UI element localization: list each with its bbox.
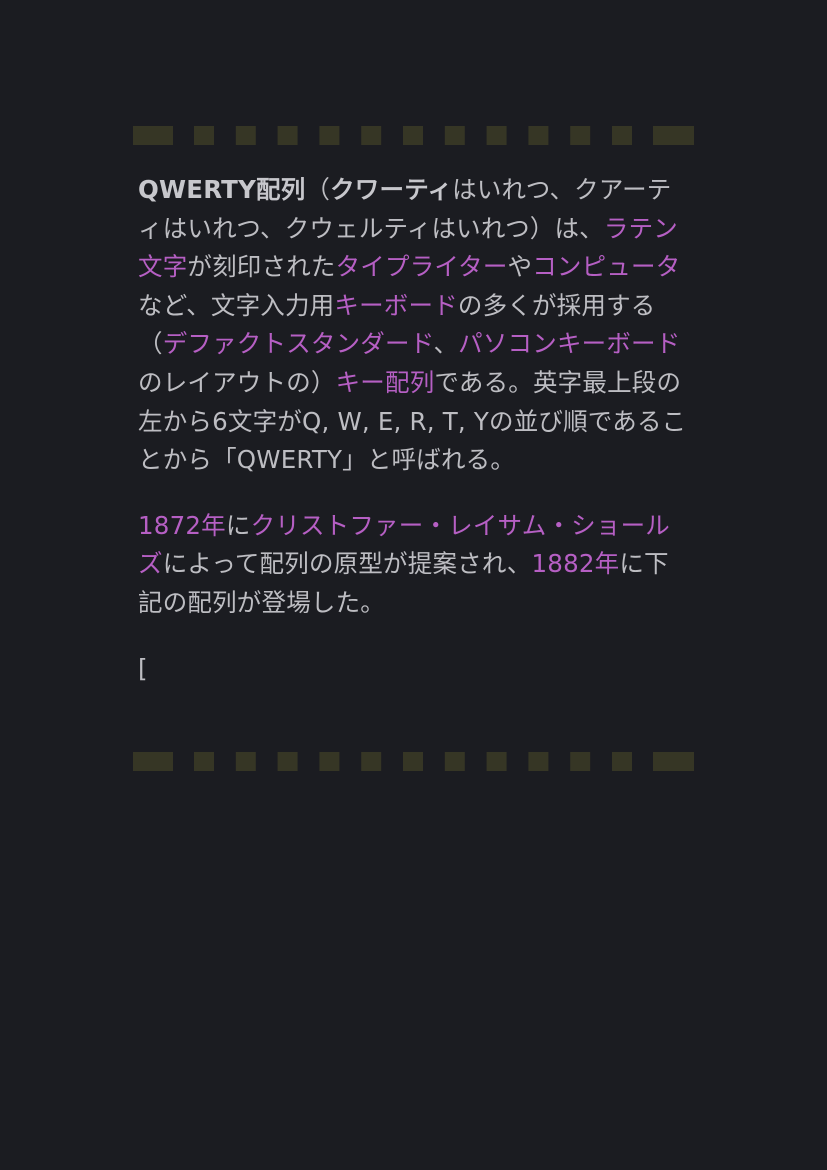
border-dash-segment	[403, 752, 423, 771]
border-dash-segment	[361, 126, 382, 145]
body-text: のレイアウトの）	[138, 367, 336, 397]
border-dash-segment	[235, 126, 256, 145]
wiki-link[interactable]: デファクトスタンダード	[163, 329, 434, 358]
border-dash-segment	[235, 752, 256, 771]
border-dash-segment	[444, 126, 465, 145]
bold-term: クワーティ	[330, 175, 453, 204]
wiki-link[interactable]: パソコンキーボード	[458, 329, 680, 358]
border-dash-segment	[277, 752, 298, 771]
border-dash-segment	[361, 752, 382, 771]
border-dash-segment	[277, 126, 298, 145]
wiki-link[interactable]: 1882年	[532, 549, 620, 578]
border-dash-segment	[403, 126, 423, 145]
border-dash-segment	[653, 126, 694, 145]
border-dash-segment	[570, 752, 591, 771]
bold-term: QWERTY配列	[138, 175, 306, 204]
body-text: 、	[433, 329, 459, 359]
body-text: など、文字入力用	[138, 290, 335, 320]
border-dash-segment	[194, 126, 214, 145]
body-text: に	[225, 510, 251, 540]
border-dash-segment	[319, 752, 340, 771]
wiki-link[interactable]: キーボード	[334, 291, 458, 320]
wiki-link[interactable]: コンピュータ	[532, 252, 680, 281]
body-text: が刻印された	[187, 252, 336, 282]
wiki-link[interactable]: タイプライター	[336, 252, 508, 281]
article-content: QWERTY配列（クワーティはいれつ、クアーティはいれつ、クウェルティはいれつ）…	[138, 171, 690, 688]
paragraph-fragment: [	[138, 650, 690, 689]
wiki-link[interactable]: 1872年	[138, 511, 226, 540]
paragraph-history: 1872年にクリストファー・レイサム・ショールズによって配列の原型が提案され、1…	[138, 507, 690, 623]
border-dash-segment	[528, 752, 549, 771]
border-dash-segment	[653, 752, 694, 771]
body-text: によって配列の原型が提案され、	[162, 549, 532, 579]
body-text: （	[305, 175, 331, 204]
border-dash-segment	[528, 126, 549, 145]
border-dash-segment	[612, 752, 632, 771]
border-dash-segment	[612, 126, 632, 145]
border-dash-segment	[133, 752, 173, 771]
border-dash-segment	[486, 126, 507, 145]
border-dash-segment	[570, 126, 591, 145]
bottom-dashed-border	[133, 752, 694, 771]
body-text: [	[138, 653, 148, 683]
border-dash-segment	[486, 752, 507, 771]
body-text: や	[507, 252, 533, 282]
border-dash-segment	[194, 752, 214, 771]
top-dashed-border	[133, 126, 694, 145]
paragraph-intro: QWERTY配列（クワーティはいれつ、クアーティはいれつ、クウェルティはいれつ）…	[138, 171, 690, 480]
border-dash-segment	[444, 752, 465, 771]
wiki-link[interactable]: キー配列	[336, 368, 435, 397]
border-dash-segment	[319, 126, 340, 145]
border-dash-segment	[133, 126, 173, 145]
